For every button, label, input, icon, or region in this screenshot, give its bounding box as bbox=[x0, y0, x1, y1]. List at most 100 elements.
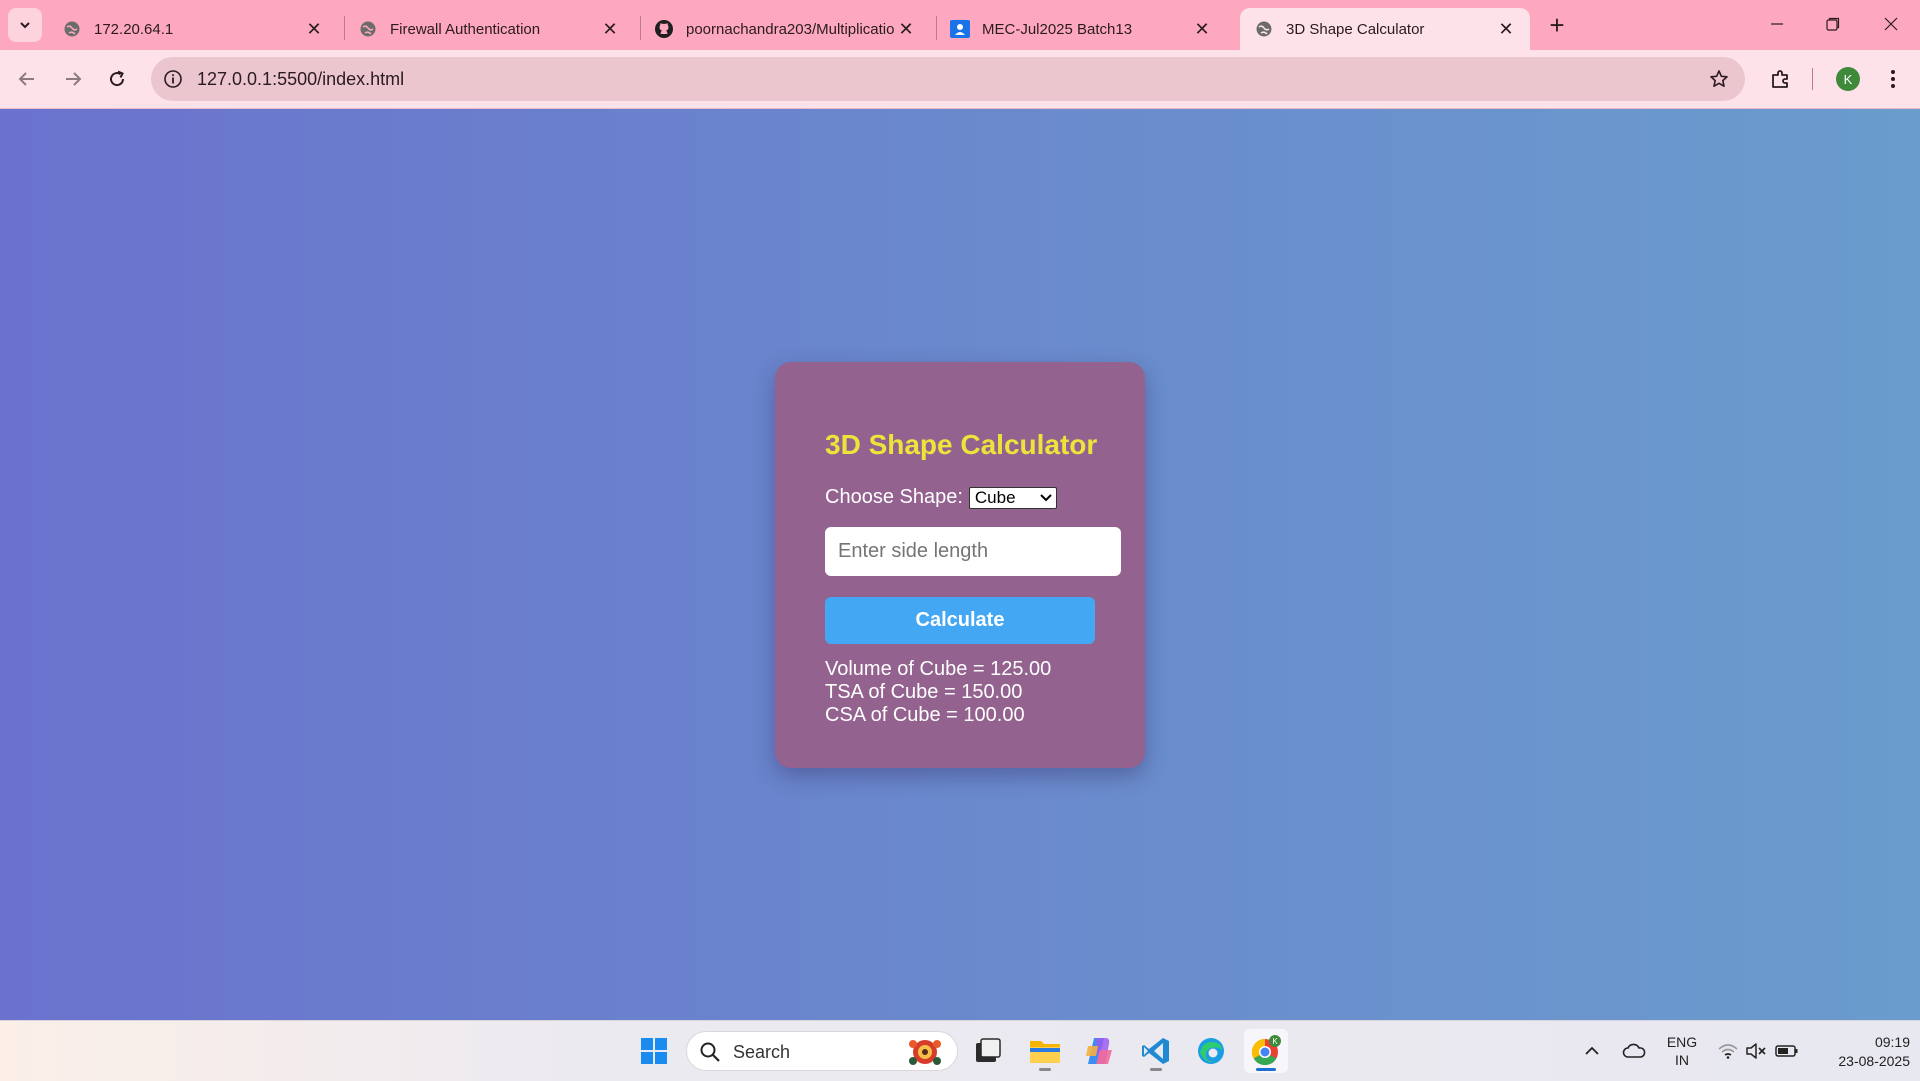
globe-icon bbox=[358, 19, 378, 39]
edge-button[interactable] bbox=[1189, 1029, 1233, 1073]
tab-github-repo[interactable]: poornachandra203/Multiplicatio ✕ bbox=[640, 8, 930, 50]
shape-label: Choose Shape: bbox=[825, 486, 963, 508]
task-view-icon bbox=[976, 1038, 1001, 1062]
close-icon[interactable]: ✕ bbox=[1494, 17, 1518, 41]
url-text[interactable]: 127.0.0.1:5500/index.html bbox=[197, 69, 404, 90]
folder-icon bbox=[1030, 1041, 1060, 1063]
svg-text:K: K bbox=[1272, 1037, 1278, 1046]
close-icon[interactable]: ✕ bbox=[894, 17, 918, 41]
search-highlight-icon bbox=[909, 1040, 941, 1065]
volume-button[interactable] bbox=[1744, 1021, 1768, 1081]
arrow-left-icon bbox=[18, 72, 34, 86]
minimize-icon bbox=[1771, 23, 1783, 25]
close-icon[interactable]: ✕ bbox=[1190, 17, 1214, 41]
tray-overflow-button[interactable] bbox=[1580, 1021, 1604, 1081]
side-length-input[interactable]: Enter side length bbox=[825, 527, 1121, 576]
taskbar: Search K ENG IN 09:19 23-08-2025 bbox=[0, 1020, 1920, 1081]
tab-firewall-authentication[interactable]: Firewall Authentication ✕ bbox=[344, 8, 634, 50]
calculator-card: 3D Shape Calculator Choose Shape: Cube E… bbox=[775, 362, 1145, 768]
vscode-icon bbox=[1142, 1038, 1169, 1064]
file-explorer-button[interactable] bbox=[1023, 1029, 1067, 1073]
classroom-icon bbox=[950, 19, 970, 39]
onedrive-button[interactable] bbox=[1620, 1021, 1648, 1081]
running-indicator bbox=[1150, 1068, 1162, 1071]
address-bar[interactable]: 127.0.0.1:5500/index.html bbox=[151, 57, 1745, 101]
volume-muted-icon bbox=[1746, 1043, 1766, 1059]
profile-avatar[interactable]: K bbox=[1836, 67, 1860, 91]
start-button[interactable] bbox=[632, 1029, 676, 1073]
result-csa: CSA of Cube = 100.00 bbox=[825, 704, 1025, 726]
copilot-button[interactable] bbox=[1078, 1029, 1122, 1073]
toolbar-divider bbox=[1812, 68, 1813, 90]
close-icon[interactable]: ✕ bbox=[598, 17, 622, 41]
taskbar-search[interactable]: Search bbox=[686, 1031, 958, 1071]
close-icon bbox=[1884, 17, 1898, 31]
page-viewport: 3D Shape Calculator Choose Shape: Cube E… bbox=[0, 109, 1920, 1020]
system-clock[interactable]: 09:19 23-08-2025 bbox=[1810, 1033, 1910, 1071]
tab-title: MEC-Jul2025 Batch13 bbox=[982, 20, 1133, 38]
chevron-down-icon bbox=[20, 22, 30, 29]
vscode-button[interactable] bbox=[1134, 1029, 1178, 1073]
network-button[interactable] bbox=[1716, 1021, 1740, 1081]
tab-3d-shape-calculator[interactable]: 3D Shape Calculator ✕ bbox=[1240, 8, 1530, 50]
calculate-button[interactable]: Calculate bbox=[825, 597, 1095, 644]
close-window-button[interactable] bbox=[1864, 0, 1918, 48]
results: Volume of Cube = 125.00 TSA of Cube = 15… bbox=[825, 658, 1051, 727]
github-icon bbox=[654, 19, 674, 39]
tab-mec-batch13[interactable]: MEC-Jul2025 Batch13 ✕ bbox=[936, 8, 1226, 50]
reload-icon bbox=[110, 70, 125, 87]
running-indicator bbox=[1039, 1068, 1051, 1071]
back-button[interactable] bbox=[10, 62, 44, 96]
tab-172-20-64-1[interactable]: 172.20.64.1 ✕ bbox=[48, 8, 338, 50]
side-length-placeholder: Enter side length bbox=[838, 540, 989, 562]
chrome-icon: K bbox=[1251, 1035, 1281, 1066]
arrow-right-icon bbox=[66, 72, 82, 86]
shape-select[interactable]: Cube bbox=[968, 486, 1057, 509]
clock-time: 09:19 bbox=[1874, 1034, 1910, 1050]
taskbar-search-label: Search bbox=[733, 1042, 791, 1062]
new-tab-button[interactable]: + bbox=[1542, 10, 1572, 40]
more-vertical-icon bbox=[1891, 70, 1895, 88]
tab-strip: 172.20.64.1 ✕ Firewall Authentication ✕ … bbox=[0, 0, 1920, 50]
chrome-button[interactable]: K bbox=[1244, 1029, 1288, 1073]
tab-title: 3D Shape Calculator bbox=[1286, 20, 1425, 38]
chevron-up-icon bbox=[1585, 1046, 1599, 1055]
search-icon bbox=[700, 1042, 720, 1062]
chevron-down-icon bbox=[1040, 493, 1052, 501]
shape-select-value: Cube bbox=[974, 487, 1016, 507]
language-indicator[interactable]: ENG IN bbox=[1660, 1033, 1704, 1069]
tab-title: Firewall Authentication bbox=[390, 20, 541, 38]
site-info-icon[interactable] bbox=[161, 67, 185, 91]
tab-title: poornachandra203/Multiplicatio bbox=[686, 20, 894, 38]
tab-search-button[interactable] bbox=[8, 8, 42, 42]
result-tsa: TSA of Cube = 150.00 bbox=[825, 681, 1023, 703]
page-title: 3D Shape Calculator bbox=[825, 429, 1098, 460]
clock-date: 23-08-2025 bbox=[1838, 1053, 1910, 1069]
shape-row: Choose Shape: Cube bbox=[825, 486, 1057, 509]
wifi-icon bbox=[1718, 1044, 1738, 1059]
bookmark-star-icon[interactable] bbox=[1707, 67, 1731, 91]
language-line1: ENG bbox=[1666, 1034, 1698, 1050]
browser-toolbar: 127.0.0.1:5500/index.html K bbox=[0, 50, 1920, 109]
restore-button[interactable] bbox=[1806, 0, 1860, 48]
language-line2: IN bbox=[1675, 1052, 1689, 1068]
reload-button[interactable] bbox=[100, 62, 134, 96]
battery-button[interactable] bbox=[1774, 1021, 1800, 1081]
extensions-button[interactable] bbox=[1764, 62, 1798, 96]
restore-icon bbox=[1826, 17, 1840, 31]
globe-icon bbox=[1254, 19, 1274, 39]
browser-menu-button[interactable] bbox=[1876, 62, 1910, 96]
close-icon[interactable]: ✕ bbox=[302, 17, 326, 41]
edge-icon bbox=[1198, 1038, 1224, 1064]
tab-title: 172.20.64.1 bbox=[94, 20, 174, 38]
windows-icon bbox=[641, 1038, 667, 1064]
running-indicator bbox=[1256, 1068, 1276, 1071]
forward-button[interactable] bbox=[56, 62, 90, 96]
minimize-button[interactable] bbox=[1750, 0, 1804, 48]
battery-icon bbox=[1775, 1045, 1798, 1057]
puzzle-icon bbox=[1772, 70, 1788, 88]
cloud-icon bbox=[1622, 1043, 1646, 1058]
globe-icon bbox=[62, 19, 82, 39]
result-volume: Volume of Cube = 125.00 bbox=[825, 658, 1052, 680]
task-view-button[interactable] bbox=[966, 1029, 1010, 1073]
